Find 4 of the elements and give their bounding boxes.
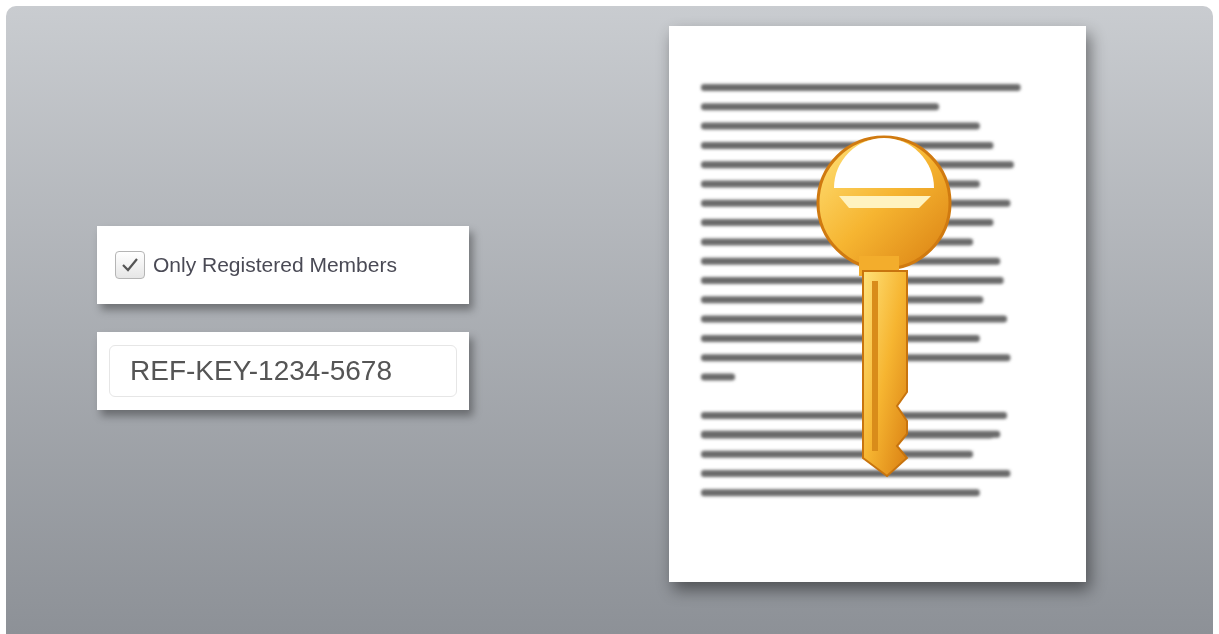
registered-members-checkbox[interactable]: Only Registered Members: [115, 249, 397, 281]
checkmark-icon: [121, 257, 139, 273]
checkbox-box[interactable]: [115, 251, 145, 279]
key-input-field[interactable]: REF-KEY-1234-5678: [109, 345, 457, 397]
